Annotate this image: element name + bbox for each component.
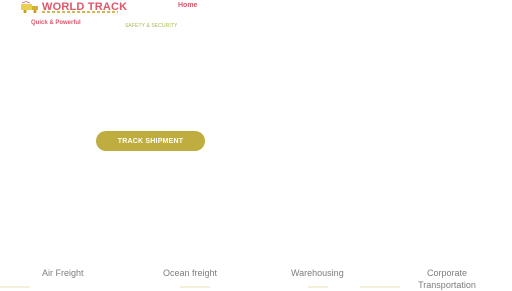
nav-home-link[interactable]: Home — [178, 2, 197, 9]
tagline-primary: Quick & Powerful — [31, 20, 81, 26]
service-warehousing[interactable]: Warehousing — [291, 267, 344, 279]
track-shipment-button[interactable]: TRACK SHIPMENT — [96, 131, 205, 151]
service-air-freight[interactable]: Air Freight — [42, 267, 84, 279]
truck-logo-icon — [20, 0, 40, 14]
tagline-secondary: SAFETY & SECURITY — [125, 23, 178, 29]
logo-subtitle-decoration — [42, 11, 118, 13]
service-corporate-transportation[interactable]: Corporate Transportation — [406, 267, 488, 291]
service-ocean-freight[interactable]: Ocean freight — [163, 267, 217, 279]
